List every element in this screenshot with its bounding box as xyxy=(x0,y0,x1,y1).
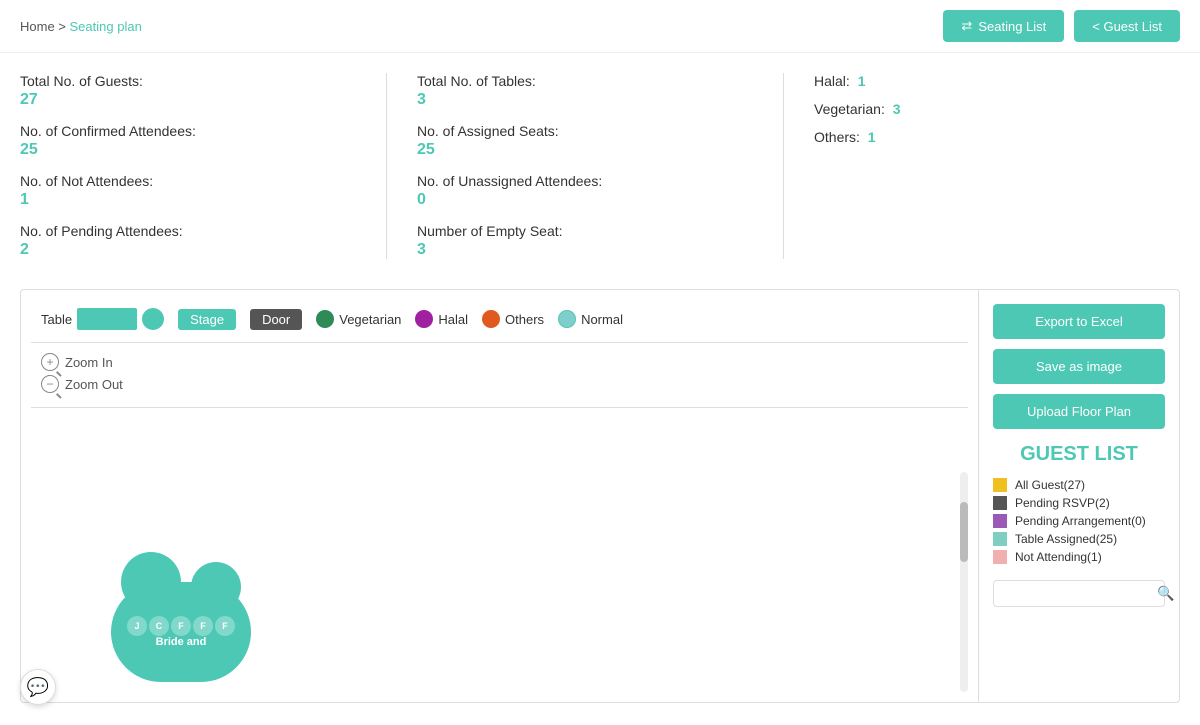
legend-halal: Halal xyxy=(415,310,468,328)
stats-col-1: Total No. of Guests: 27 No. of Confirmed… xyxy=(20,73,387,259)
stats-col-3: Halal: 1 Vegetarian: 3 Others: 1 xyxy=(784,73,1180,259)
filter-label: Pending Arrangement(0) xyxy=(1015,514,1146,528)
nav-buttons: ⇄ Seating List < Guest List xyxy=(943,10,1180,42)
filter-color-dot xyxy=(993,496,1007,510)
main-content: Table Stage Door Vegetarian Halal xyxy=(20,289,1180,703)
export-excel-button[interactable]: Export to Excel xyxy=(993,304,1165,339)
empty-seat-label: Number of Empty Seat: xyxy=(417,223,753,239)
stats-section: Total No. of Guests: 27 No. of Confirmed… xyxy=(0,52,1200,279)
legend-stage: Stage xyxy=(178,309,236,330)
door-icon: Door xyxy=(250,309,302,330)
filter-label: All Guest(27) xyxy=(1015,478,1085,492)
search-bar[interactable]: 🔍 xyxy=(993,580,1165,607)
seat-f3: F xyxy=(215,616,235,636)
breadcrumb-current[interactable]: Seating plan xyxy=(70,19,142,34)
save-image-button[interactable]: Save as image xyxy=(993,349,1165,384)
guest-filter-item[interactable]: Pending RSVP(2) xyxy=(993,494,1165,512)
filter-color-dot xyxy=(993,532,1007,546)
others-dot-icon xyxy=(482,310,500,328)
total-tables-value: 3 xyxy=(417,91,753,109)
upload-floor-button[interactable]: Upload Floor Plan xyxy=(993,394,1165,429)
legend-divider xyxy=(31,342,968,343)
total-guests-value: 27 xyxy=(20,91,356,109)
seat-c: C xyxy=(149,616,169,636)
not-attendees-value: 1 xyxy=(20,191,356,209)
legend-table: Table xyxy=(41,308,164,330)
cloud-label: Bride and xyxy=(156,636,207,648)
bride-table[interactable]: J C F F F Bride and xyxy=(111,582,251,682)
table-circle-icon xyxy=(142,308,164,330)
filter-label: Not Attending(1) xyxy=(1015,550,1102,564)
legend-vegetarian: Vegetarian xyxy=(316,310,401,328)
total-tables-label: Total No. of Tables: xyxy=(417,73,753,89)
guest-list-title: GUEST LIST xyxy=(993,443,1165,466)
zoom-in-button[interactable]: + Zoom In xyxy=(41,353,113,371)
breadcrumb-separator: > xyxy=(55,19,70,34)
seat-j: J xyxy=(127,616,147,636)
guest-filter-item[interactable]: Not Attending(1) xyxy=(993,548,1165,566)
table-label-text: Table xyxy=(41,312,72,327)
vegetarian-dot-icon xyxy=(316,310,334,328)
table-rect-icon xyxy=(77,308,137,330)
guest-filter-item[interactable]: Pending Arrangement(0) xyxy=(993,512,1165,530)
zoom-controls: + Zoom In − Zoom Out xyxy=(31,347,968,403)
filter-label: Table Assigned(25) xyxy=(1015,532,1117,546)
seat-dots: J C F F F xyxy=(127,616,235,636)
canvas-area: Table Stage Door Vegetarian Halal xyxy=(21,290,979,702)
search-button[interactable]: 🔍 xyxy=(1157,585,1174,602)
empty-seat-value: 3 xyxy=(417,241,753,259)
pending-label: No. of Pending Attendees: xyxy=(20,223,356,239)
search-icon: 🔍 xyxy=(1157,585,1174,601)
cloud-shape: J C F F F Bride and xyxy=(111,582,251,682)
floor-divider xyxy=(31,407,968,408)
legend-door: Door xyxy=(250,309,302,330)
seating-list-button[interactable]: ⇄ Seating List xyxy=(943,10,1064,42)
chat-icon: 💬 xyxy=(27,677,49,698)
floor-area[interactable]: J C F F F Bride and xyxy=(31,412,968,692)
not-attendees-label: No. of Not Attendees: xyxy=(20,173,356,189)
zoom-in-icon: + xyxy=(41,353,59,371)
filter-color-dot xyxy=(993,478,1007,492)
unassigned-label: No. of Unassigned Attendees: xyxy=(417,173,753,189)
filter-label: Pending RSVP(2) xyxy=(1015,496,1110,510)
seat-f1: F xyxy=(171,616,191,636)
confirmed-value: 25 xyxy=(20,141,356,159)
total-guests-label: Total No. of Guests: xyxy=(20,73,356,89)
chat-button[interactable]: 💬 xyxy=(20,669,56,705)
legend-normal: Normal xyxy=(558,310,623,328)
guest-filter-item[interactable]: All Guest(27) xyxy=(993,476,1165,494)
unassigned-value: 0 xyxy=(417,191,753,209)
guest-filter-item[interactable]: Table Assigned(25) xyxy=(993,530,1165,548)
scrollbar-thumb[interactable] xyxy=(960,502,968,562)
seating-list-icon: ⇄ xyxy=(961,18,972,34)
vertical-scrollbar[interactable] xyxy=(960,472,968,692)
assigned-seats-label: No. of Assigned Seats: xyxy=(417,123,753,139)
halal-dot-icon xyxy=(415,310,433,328)
top-nav: Home > Seating plan ⇄ Seating List < Gue… xyxy=(0,0,1200,52)
stats-col-2: Total No. of Tables: 3 No. of Assigned S… xyxy=(387,73,784,259)
pending-value: 2 xyxy=(20,241,356,259)
search-input[interactable] xyxy=(1002,587,1157,601)
legend-bar: Table Stage Door Vegetarian Halal xyxy=(31,300,968,338)
breadcrumb: Home > Seating plan xyxy=(20,19,142,34)
filter-color-dot xyxy=(993,514,1007,528)
vegetarian-label: Vegetarian: 3 xyxy=(814,101,1150,117)
sidebar: Export to Excel Save as image Upload Flo… xyxy=(979,290,1179,702)
assigned-seats-value: 25 xyxy=(417,141,753,159)
halal-label: Halal: 1 xyxy=(814,73,1150,89)
guest-list-button[interactable]: < Guest List xyxy=(1074,10,1180,42)
normal-dot-icon xyxy=(558,310,576,328)
zoom-out-icon: − xyxy=(41,375,59,393)
legend-others: Others xyxy=(482,310,544,328)
stage-icon: Stage xyxy=(178,309,236,330)
others-label: Others: 1 xyxy=(814,129,1150,145)
seat-f2: F xyxy=(193,616,213,636)
filter-color-dot xyxy=(993,550,1007,564)
breadcrumb-home: Home xyxy=(20,19,55,34)
zoom-out-button[interactable]: − Zoom Out xyxy=(41,375,123,393)
confirmed-label: No. of Confirmed Attendees: xyxy=(20,123,356,139)
guest-filters: All Guest(27) Pending RSVP(2) Pending Arra… xyxy=(993,476,1165,566)
